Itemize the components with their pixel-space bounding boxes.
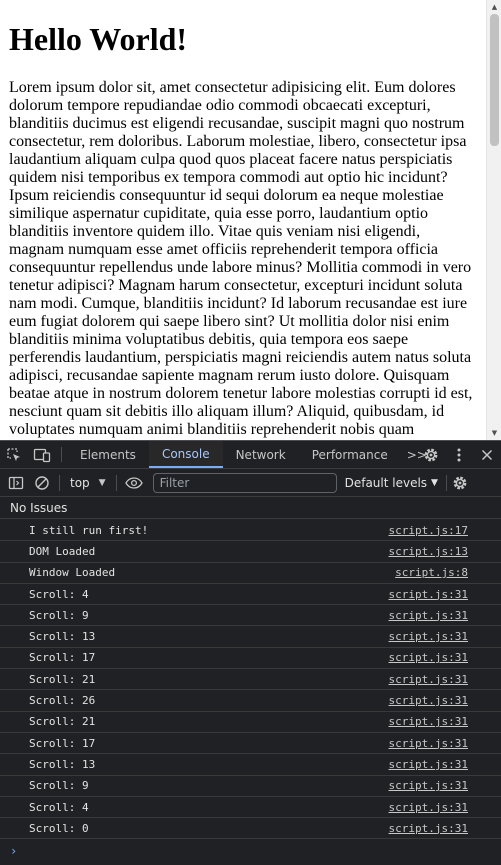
log-message: Scroll: 13 (29, 630, 96, 644)
log-message: Scroll: 9 (29, 779, 89, 793)
log-source-link[interactable]: script.js:8 (395, 566, 468, 579)
devtools-panel: Elements Console Network Performance >> (0, 440, 501, 865)
kebab-menu-icon[interactable] (445, 441, 473, 469)
console-log-row: Scroll: 21 script.js:31 (0, 712, 501, 733)
console-log-row: DOM Loaded script.js:13 (0, 541, 501, 563)
log-levels-dropdown[interactable]: Default levels ▼ (345, 476, 438, 490)
console-toolbar: top ▼ Filter Default levels ▼ (0, 469, 501, 497)
toolbar-divider-2 (115, 474, 117, 491)
console-settings-gear-icon[interactable] (447, 469, 473, 497)
log-message: DOM Loaded (29, 544, 96, 558)
log-source-link[interactable]: script.js:13 (389, 545, 468, 558)
page-content: Hello World! Lorem ipsum dolor sit, amet… (0, 0, 486, 440)
page-heading: Hello World! (9, 21, 188, 57)
log-levels-label: Default levels (344, 475, 428, 490)
chevron-down-icon: ▼ (431, 477, 438, 488)
console-prompt[interactable]: › (0, 840, 501, 862)
page-paragraph: Lorem ipsum dolor sit, amet consectetur … (9, 79, 473, 438)
log-source-link[interactable]: script.js:31 (389, 609, 468, 622)
page-scrollbar-thumb[interactable] (490, 14, 499, 146)
console-log-row: Scroll: 9 script.js:31 (0, 776, 501, 797)
console-log-row: Scroll: 17 script.js:31 (0, 733, 501, 755)
console-log-row: Scroll: 13 script.js:31 (0, 754, 501, 776)
context-selector-value: top (70, 475, 90, 490)
page-viewport: Hello World! Lorem ipsum dolor sit, amet… (0, 0, 501, 440)
log-message: Scroll: 0 (29, 821, 89, 835)
log-message: Scroll: 13 (29, 757, 96, 771)
log-source-link[interactable]: script.js:31 (389, 801, 468, 814)
log-source-link[interactable]: script.js:31 (389, 779, 468, 792)
console-log-row: Scroll: 4 script.js:31 (0, 797, 501, 819)
log-source-link[interactable]: script.js:31 (389, 630, 468, 643)
log-source-link[interactable]: script.js:31 (389, 694, 468, 707)
device-toolbar-icon[interactable] (28, 441, 56, 469)
clear-console-icon[interactable] (29, 469, 55, 497)
console-log-row: Scroll: 26 script.js:31 (0, 690, 501, 712)
sidebar-toggle-icon[interactable] (3, 469, 29, 497)
log-message: I still run first! (29, 523, 149, 537)
devtools-tabbar: Elements Console Network Performance >> (0, 441, 501, 469)
context-selector[interactable]: top ▼ (64, 473, 112, 493)
tabbar-actions (406, 441, 501, 469)
log-source-link[interactable]: script.js:31 (389, 758, 468, 771)
log-message: Scroll: 26 (29, 694, 96, 708)
tab-performance[interactable]: Performance (299, 441, 401, 468)
tab-elements[interactable]: Elements (67, 441, 149, 468)
console-log-row: I still run first! script.js:17 (0, 520, 501, 542)
console-messages: I still run first! script.js:17 DOM Loaded… (0, 520, 501, 840)
log-source-link[interactable]: script.js:31 (389, 673, 468, 686)
chevron-down-icon: ▼ (98, 477, 106, 488)
log-source-link[interactable]: script.js:31 (389, 588, 468, 601)
issues-bar[interactable]: No Issues (0, 497, 501, 519)
page-scrollbar[interactable]: ▲ ▼ (486, 0, 501, 440)
log-message: Scroll: 21 (29, 672, 96, 686)
tabbar-divider (61, 447, 62, 462)
scroll-down-arrow-icon[interactable]: ▼ (487, 426, 501, 440)
tab-console[interactable]: Console (148, 441, 223, 468)
live-expression-eye-icon[interactable] (121, 469, 147, 497)
console-log-row: Window Loaded script.js:8 (0, 563, 501, 584)
log-source-link[interactable]: script.js:17 (389, 524, 468, 537)
log-message: Window Loaded (29, 566, 116, 580)
filter-input[interactable]: Filter (152, 472, 337, 493)
log-source-link[interactable]: script.js:31 (389, 715, 468, 728)
log-source-link[interactable]: script.js:31 (389, 651, 468, 664)
inspect-element-icon[interactable] (0, 441, 28, 469)
console-log-row: Scroll: 17 script.js:31 (0, 648, 501, 670)
log-message: Scroll: 17 (29, 651, 96, 665)
prompt-chevron-icon: › (10, 844, 18, 858)
log-message: Scroll: 17 (29, 736, 96, 750)
log-message: Scroll: 21 (29, 715, 96, 729)
tab-network[interactable]: Network (223, 441, 299, 468)
log-message: Scroll: 4 (29, 800, 89, 814)
console-log-row: Scroll: 0 script.js:31 (0, 818, 501, 840)
console-log-row: Scroll: 21 script.js:31 (0, 669, 501, 691)
console-log-row: Scroll: 4 script.js:31 (0, 584, 501, 606)
log-message: Scroll: 9 (29, 608, 89, 622)
close-icon[interactable] (473, 441, 501, 469)
issues-label: No Issues (10, 500, 68, 515)
scroll-up-arrow-icon[interactable]: ▲ (487, 0, 501, 14)
toolbar-divider (59, 474, 60, 491)
console-log-row: Scroll: 13 script.js:31 (0, 626, 501, 648)
log-source-link[interactable]: script.js:31 (389, 822, 468, 835)
gear-icon[interactable] (417, 441, 445, 469)
console-log-row: Scroll: 9 script.js:31 (0, 605, 501, 627)
log-source-link[interactable]: script.js:31 (389, 737, 468, 750)
log-message: Scroll: 4 (29, 587, 89, 601)
